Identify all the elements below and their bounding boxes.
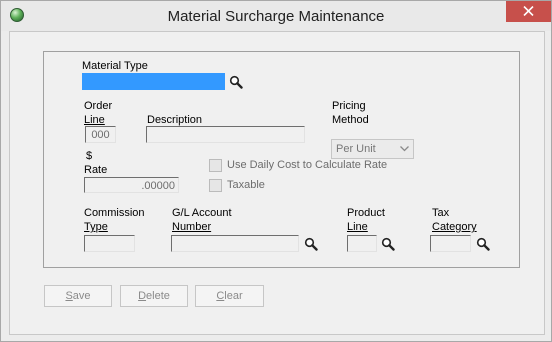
tax-category-label-1: Tax <box>432 207 450 219</box>
product-line-search-icon[interactable] <box>381 237 395 251</box>
close-button[interactable] <box>506 1 551 22</box>
description-input[interactable] <box>146 126 305 143</box>
rate-input[interactable]: .00000 <box>84 177 179 193</box>
rate-currency-label: $ <box>86 150 93 162</box>
pricing-method-label-1: Pricing <box>332 100 366 112</box>
save-button-label: ave <box>72 290 91 302</box>
commission-type-label-1: Commission <box>84 207 145 219</box>
window-title: Material Surcharge Maintenance <box>167 8 385 25</box>
order-line-input[interactable]: 000 <box>85 126 116 143</box>
main-window: Material Surcharge Maintenance Material … <box>0 0 552 342</box>
tax-category-label-2: Category <box>432 221 477 233</box>
commission-type-label-2: Type <box>84 221 108 233</box>
gl-account-label-1: G/L Account <box>172 207 232 219</box>
product-line-input[interactable] <box>347 235 377 252</box>
client-area: Material Type Order Line 000 Description… <box>9 31 545 335</box>
form-panel: Material Type Order Line 000 Description… <box>43 51 520 268</box>
material-type-input[interactable] <box>82 73 225 90</box>
pricing-method-select[interactable]: Per Unit <box>331 139 414 159</box>
product-line-label-2: Line <box>347 221 368 233</box>
delete-button-label: elete <box>146 290 170 302</box>
gl-account-search-icon[interactable] <box>304 237 318 251</box>
rate-label: Rate <box>84 164 108 176</box>
material-type-search-icon[interactable] <box>229 75 243 89</box>
save-button-mnemonic: S <box>65 290 73 302</box>
tax-category-search-icon[interactable] <box>476 237 490 251</box>
delete-button-mnemonic: D <box>138 290 147 302</box>
pricing-method-value: Per Unit <box>336 143 376 155</box>
save-button[interactable]: Save <box>44 285 112 307</box>
tax-category-input[interactable] <box>430 235 471 252</box>
use-daily-cost-label: Use Daily Cost to Calculate Rate <box>227 159 388 171</box>
chevron-down-icon <box>400 146 409 152</box>
clear-button[interactable]: Clear <box>195 285 264 307</box>
order-line-label-1: Order <box>84 100 113 112</box>
gl-account-label-2: Number <box>172 221 212 233</box>
close-icon <box>523 6 534 16</box>
commission-type-input[interactable] <box>84 235 135 252</box>
gl-account-input[interactable] <box>171 235 299 252</box>
product-line-label-1: Product <box>347 207 385 219</box>
taxable-label: Taxable <box>227 179 265 191</box>
title-bar: Material Surcharge Maintenance <box>1 1 551 31</box>
pricing-method-label-2: Method <box>332 114 369 126</box>
delete-button[interactable]: Delete <box>120 285 188 307</box>
clear-button-label: lear <box>224 290 243 302</box>
use-daily-cost-checkbox[interactable] <box>209 159 222 172</box>
material-type-label: Material Type <box>82 60 148 72</box>
taxable-checkbox[interactable] <box>209 179 222 192</box>
